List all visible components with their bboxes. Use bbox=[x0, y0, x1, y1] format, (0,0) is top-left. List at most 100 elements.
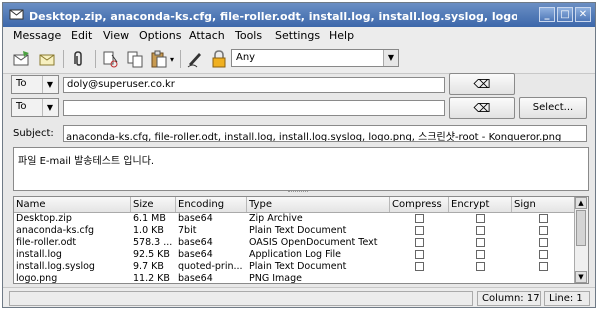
attachment-type: Zip Archive bbox=[249, 213, 303, 224]
toolbar-separator bbox=[180, 50, 181, 68]
copy-icon[interactable] bbox=[125, 49, 145, 69]
identity-value: Any bbox=[236, 52, 256, 63]
attachment-list-header: Name Size Encoding Type Compress Encrypt… bbox=[14, 197, 576, 213]
attachment-size: 578.3 ... bbox=[133, 237, 173, 248]
paste-icon[interactable] bbox=[149, 49, 169, 69]
encrypt-checkbox[interactable] bbox=[476, 262, 485, 271]
cut-icon[interactable] bbox=[101, 49, 121, 69]
kmail-app-icon bbox=[9, 9, 24, 20]
compress-checkbox[interactable] bbox=[415, 250, 424, 259]
chevron-down-icon: ▼ bbox=[42, 99, 57, 116]
menu-view[interactable]: View bbox=[103, 29, 129, 42]
status-column: Column: 17 bbox=[477, 291, 541, 306]
attachment-row[interactable]: install.log.syslog 9.7 KB quoted-prin...… bbox=[14, 261, 576, 273]
attachment-scrollbar[interactable]: ▲ ▼ bbox=[574, 197, 588, 283]
select-recipients-button[interactable]: Select... bbox=[519, 97, 587, 119]
menu-help[interactable]: Help bbox=[329, 29, 354, 42]
attachment-row[interactable]: logo.png 11.2 KB base64 PNG Image bbox=[14, 273, 576, 284]
encrypt-checkbox[interactable] bbox=[476, 226, 485, 235]
attachment-name: logo.png bbox=[16, 273, 58, 284]
attachment-type: PNG Image bbox=[249, 273, 302, 284]
attachment-type: Application Log File bbox=[249, 249, 341, 260]
send-icon[interactable] bbox=[11, 49, 31, 69]
status-bar: Column: 17 Line: 1 bbox=[3, 287, 595, 307]
minimize-button[interactable]: _ bbox=[539, 7, 555, 22]
menu-edit[interactable]: Edit bbox=[71, 29, 92, 42]
attachment-name: Desktop.zip bbox=[16, 213, 72, 224]
compress-checkbox[interactable] bbox=[415, 262, 424, 271]
identity-select[interactable]: Any ▼ bbox=[231, 49, 399, 67]
toolbar: ▾ Any ▼ bbox=[3, 45, 595, 74]
compress-checkbox[interactable] bbox=[415, 226, 424, 235]
attachment-encoding: quoted-prin... bbox=[178, 261, 243, 272]
backspace-icon: ⌫ bbox=[473, 77, 491, 91]
attachment-row[interactable]: install.log 92.5 KB base64 Application L… bbox=[14, 249, 576, 261]
attachment-row[interactable]: Desktop.zip 6.1 MB base64 Zip Archive bbox=[14, 213, 576, 225]
scroll-up-icon[interactable]: ▲ bbox=[575, 197, 587, 209]
menu-options[interactable]: Options bbox=[139, 29, 181, 42]
recipient-type-select[interactable]: To ▼ bbox=[11, 98, 59, 117]
queue-icon[interactable] bbox=[37, 49, 57, 69]
column-header-name[interactable]: Name bbox=[14, 197, 131, 212]
column-header-encrypt[interactable]: Encrypt bbox=[449, 197, 512, 212]
composer-window: Desktop.zip, anaconda-ks.cfg, file-rolle… bbox=[2, 2, 596, 308]
encrypt-checkbox[interactable] bbox=[476, 238, 485, 247]
sign-icon[interactable] bbox=[185, 49, 205, 69]
encrypt-icon[interactable] bbox=[209, 49, 229, 69]
status-line: Line: 1 bbox=[544, 291, 590, 306]
remove-recipient-button[interactable]: ⌫ bbox=[449, 73, 515, 95]
maximize-button[interactable]: □ bbox=[557, 7, 573, 22]
sign-checkbox[interactable] bbox=[539, 238, 548, 247]
encrypt-checkbox[interactable] bbox=[476, 214, 485, 223]
attachment-encoding: base64 bbox=[178, 213, 213, 224]
recipient-type-value: To bbox=[16, 101, 27, 112]
column-header-compress[interactable]: Compress bbox=[390, 197, 449, 212]
window-title: Desktop.zip, anaconda-ks.cfg, file-rolle… bbox=[29, 10, 517, 23]
scrollbar-thumb[interactable] bbox=[576, 210, 586, 246]
subject-field[interactable]: anaconda-ks.cfg, file-roller.odt, instal… bbox=[63, 125, 587, 142]
menu-bar: Message Edit View Options Attach Tools S… bbox=[3, 27, 595, 45]
title-bar[interactable]: Desktop.zip, anaconda-ks.cfg, file-rolle… bbox=[3, 3, 595, 27]
sign-checkbox[interactable] bbox=[539, 250, 548, 259]
message-body-editor[interactable]: 파일 E-mail 발송테스트 입니다. bbox=[13, 147, 589, 191]
attachment-type: Plain Text Document bbox=[249, 225, 347, 236]
attachment-row[interactable]: file-roller.odt 578.3 ... base64 OASIS O… bbox=[14, 237, 576, 249]
remove-recipient-button[interactable]: ⌫ bbox=[449, 97, 515, 119]
column-header-sign[interactable]: Sign bbox=[512, 197, 576, 212]
column-header-encoding[interactable]: Encoding bbox=[176, 197, 247, 212]
menu-tools[interactable]: Tools bbox=[235, 29, 262, 42]
sign-checkbox[interactable] bbox=[539, 214, 548, 223]
attachment-type: Plain Text Document bbox=[249, 261, 347, 272]
recipient-type-select[interactable]: To ▼ bbox=[11, 75, 59, 94]
scroll-down-icon[interactable]: ▼ bbox=[575, 271, 587, 283]
splitter-handle[interactable] bbox=[288, 191, 308, 195]
menu-settings[interactable]: Settings bbox=[275, 29, 320, 42]
attachment-row[interactable]: anaconda-ks.cfg 1.0 KB 7bit Plain Text D… bbox=[14, 225, 576, 237]
attachment-name: anaconda-ks.cfg bbox=[16, 225, 95, 236]
sign-checkbox[interactable] bbox=[539, 226, 548, 235]
attachment-encoding: base64 bbox=[178, 249, 213, 260]
backspace-icon: ⌫ bbox=[473, 101, 491, 115]
toolbar-separator bbox=[63, 50, 64, 68]
column-header-type[interactable]: Type bbox=[247, 197, 390, 212]
close-button[interactable]: ✕ bbox=[575, 7, 591, 22]
recipient-address-field[interactable]: doly@superuser.co.kr bbox=[63, 77, 445, 93]
attachment-encoding: 7bit bbox=[178, 225, 197, 236]
attachment-size: 1.0 KB bbox=[133, 225, 164, 236]
menu-message[interactable]: Message bbox=[13, 29, 61, 42]
attachment-name: file-roller.odt bbox=[16, 237, 77, 248]
attachment-size: 6.1 MB bbox=[133, 213, 166, 224]
recipient-address-field[interactable] bbox=[63, 100, 445, 116]
menu-attach[interactable]: Attach bbox=[189, 29, 225, 42]
attachment-size: 9.7 KB bbox=[133, 261, 164, 272]
attach-icon[interactable] bbox=[69, 49, 89, 69]
encrypt-checkbox[interactable] bbox=[476, 250, 485, 259]
chevron-down-icon: ▼ bbox=[42, 76, 57, 93]
compress-checkbox[interactable] bbox=[415, 214, 424, 223]
paste-dropdown-icon[interactable]: ▾ bbox=[170, 55, 174, 64]
recipient-type-value: To bbox=[16, 78, 27, 89]
column-header-size[interactable]: Size bbox=[131, 197, 176, 212]
compress-checkbox[interactable] bbox=[415, 238, 424, 247]
attachment-list: Name Size Encoding Type Compress Encrypt… bbox=[13, 196, 589, 284]
sign-checkbox[interactable] bbox=[539, 262, 548, 271]
